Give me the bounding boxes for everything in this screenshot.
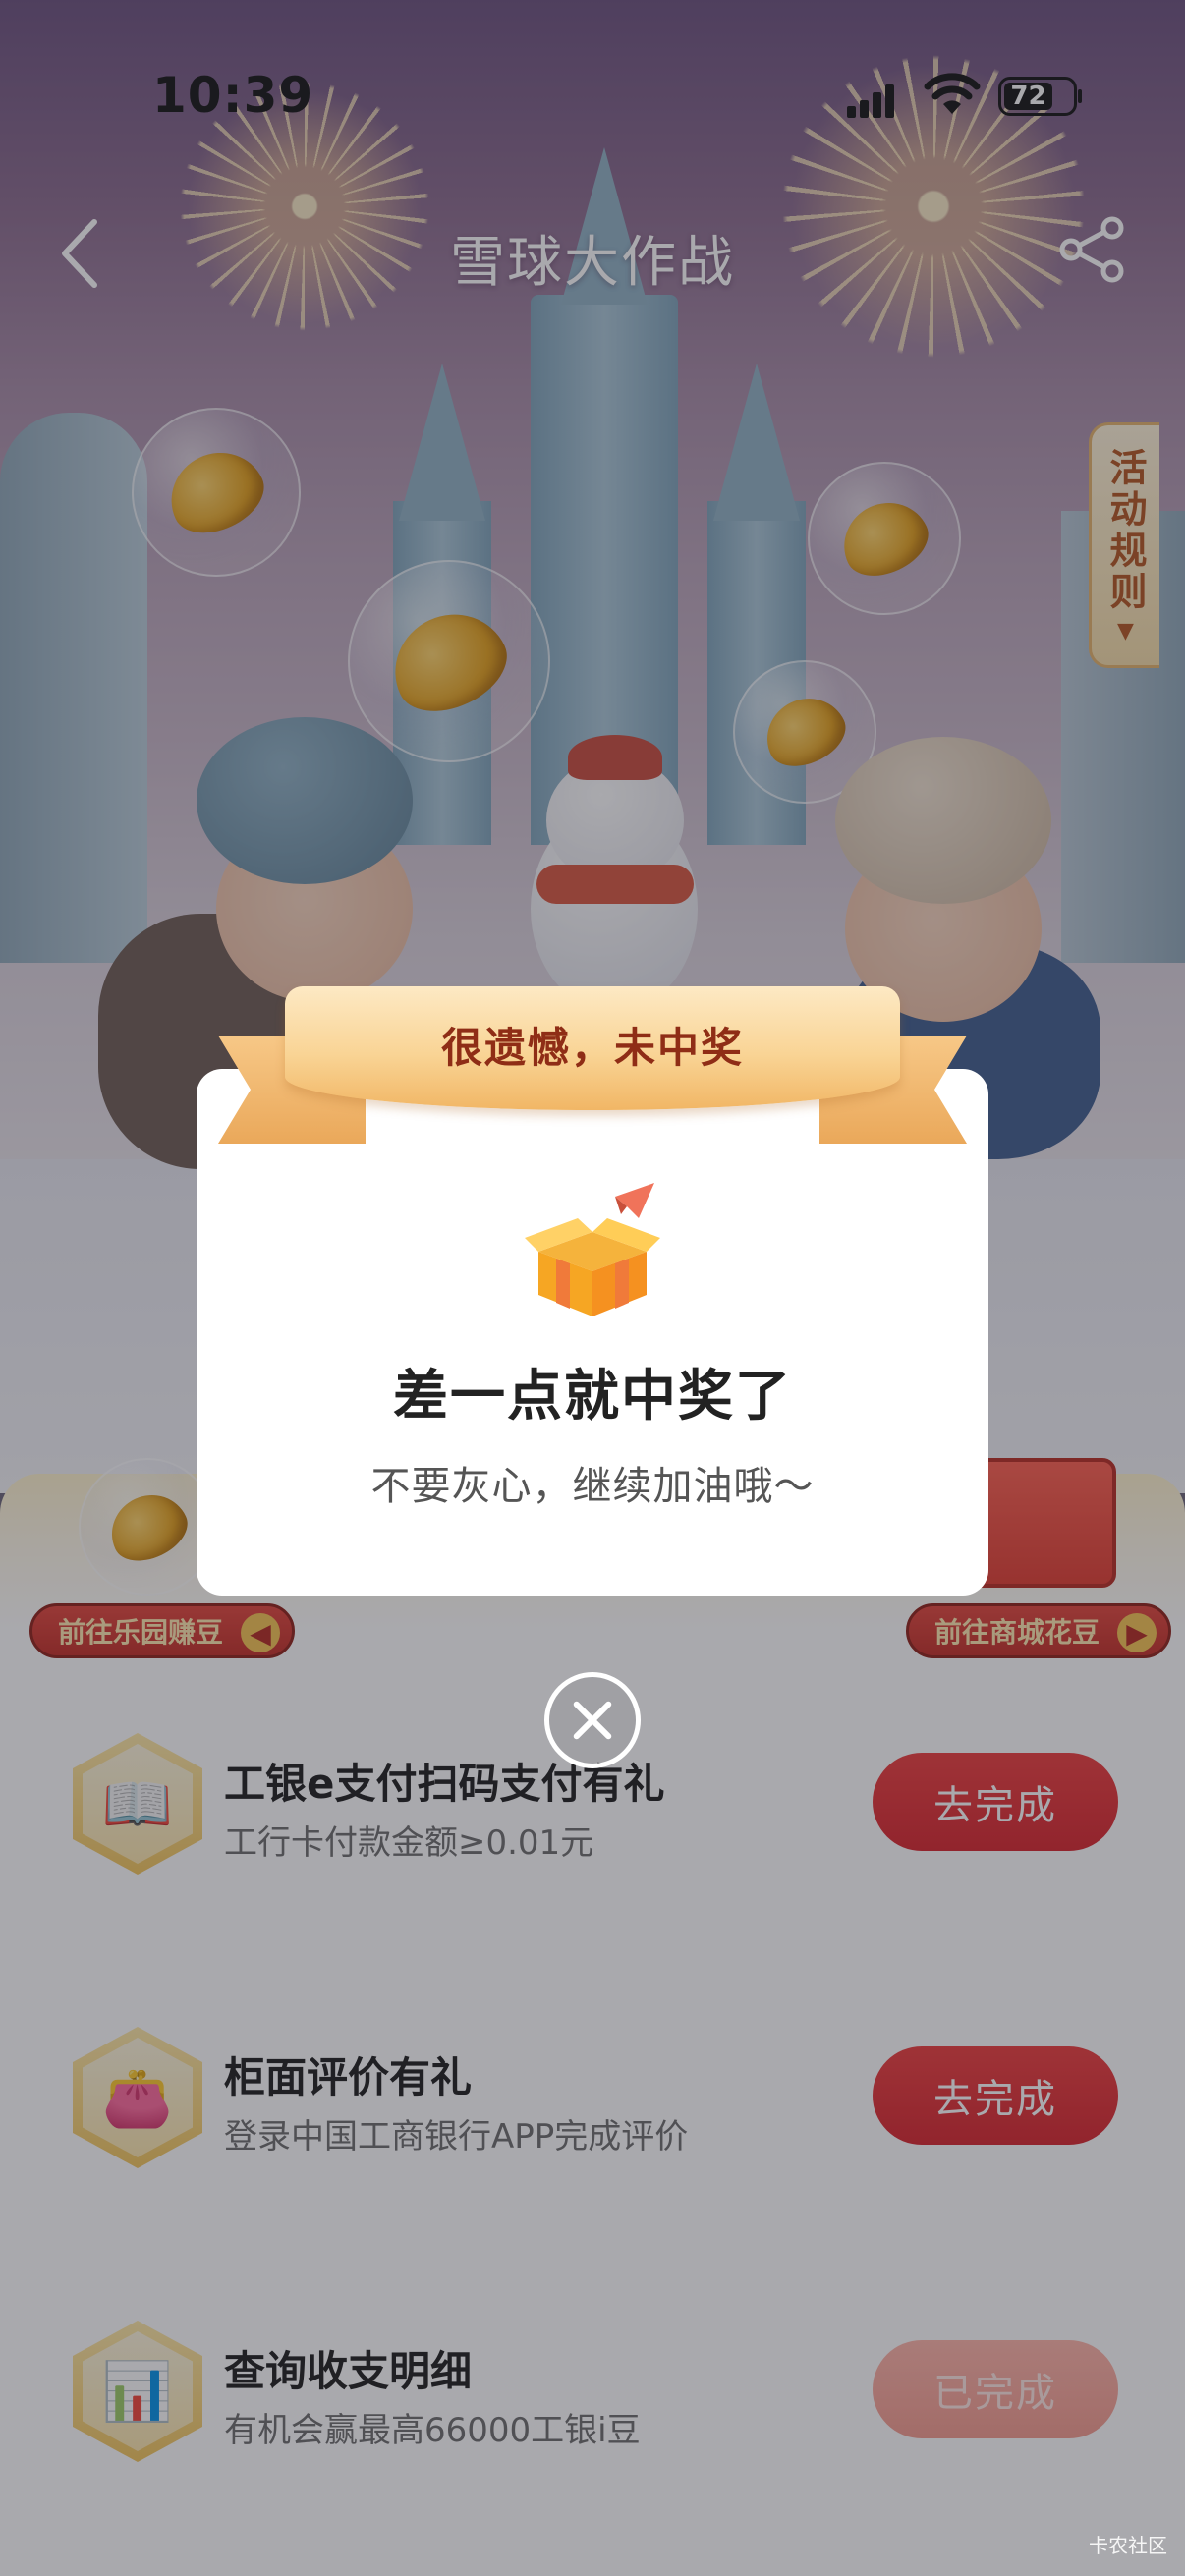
modal-title: 差一点就中奖了 <box>393 1365 792 1428</box>
close-icon[interactable] <box>544 1672 641 1768</box>
open-box-icon <box>525 1183 660 1316</box>
watermark: 卡农社区 <box>1089 2534 1167 2557</box>
ribbon-text: 很遗憾，未中奖 <box>440 1023 744 1072</box>
modal-subtitle: 不要灰心，继续加油哦～ <box>370 1464 815 1509</box>
ribbon-banner: 很遗憾，未中奖 <box>285 986 900 1110</box>
result-ribbon: 很遗憾，未中奖 <box>218 986 967 1153</box>
